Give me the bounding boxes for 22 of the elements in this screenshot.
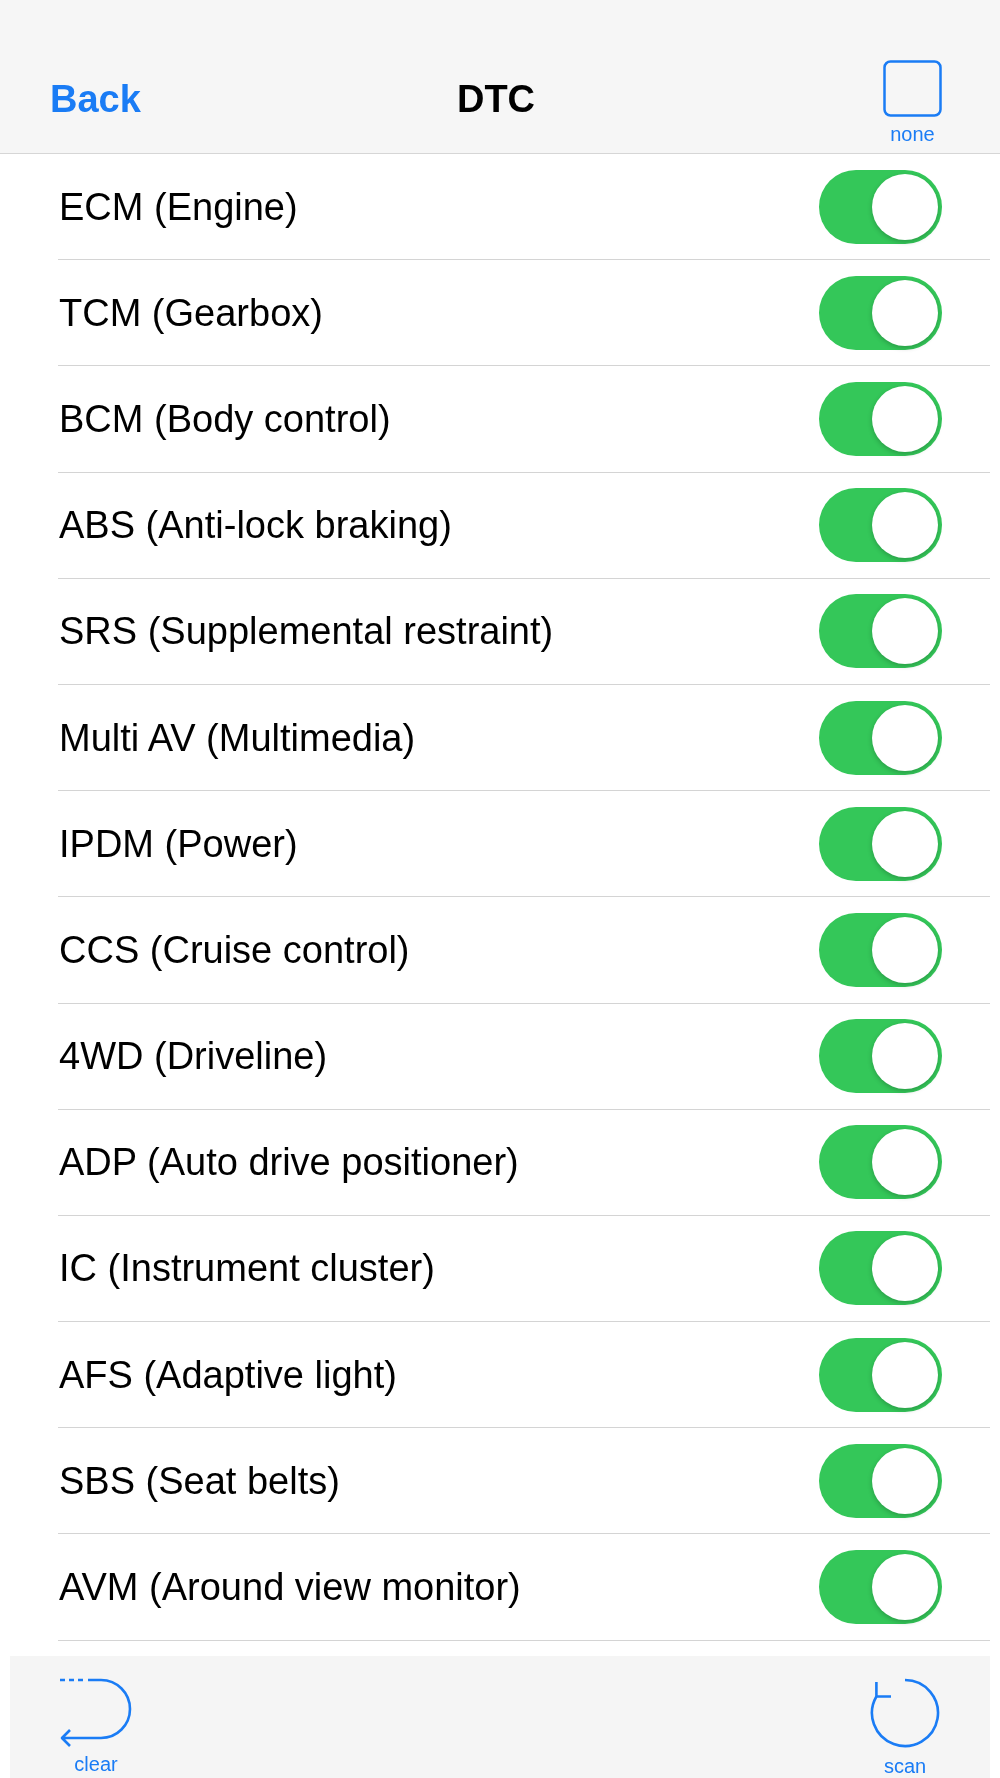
module-label: CCS (Cruise control): [59, 927, 410, 973]
clear-button[interactable]: clear: [59, 1677, 133, 1777]
module-label: ADP (Auto drive positioner): [59, 1140, 519, 1186]
module-label: BCM (Body control): [59, 396, 391, 442]
select-none-button[interactable]: none: [883, 60, 942, 146]
module-label: Multi AV (Multimedia): [59, 715, 416, 761]
module-label: IPDM (Power): [59, 821, 298, 867]
module-label: SRS (Supplemental restraint): [59, 609, 554, 655]
module-label: ABS (Anti-lock braking): [59, 503, 452, 549]
screen-title: DTC: [456, 77, 536, 121]
module-label: ECM (Engine): [59, 184, 298, 230]
module-label: 4WD (Driveline): [59, 1034, 328, 1080]
module-label: AFS (Adaptive light): [59, 1352, 397, 1398]
module-label: TCM (Gearbox): [59, 290, 323, 336]
circular-arrow-icon: [869, 1677, 941, 1749]
back-button[interactable]: Back: [50, 77, 141, 121]
module-label: AVM (Around view monitor): [59, 1565, 521, 1611]
checkbox[interactable]: [883, 60, 942, 117]
module-label: SBS (Seat belts): [59, 1458, 340, 1504]
module-label: IC (Instrument cluster): [59, 1246, 435, 1292]
scan-button[interactable]: scan: [869, 1677, 941, 1778]
u-turn-arrow-icon: [59, 1677, 133, 1747]
